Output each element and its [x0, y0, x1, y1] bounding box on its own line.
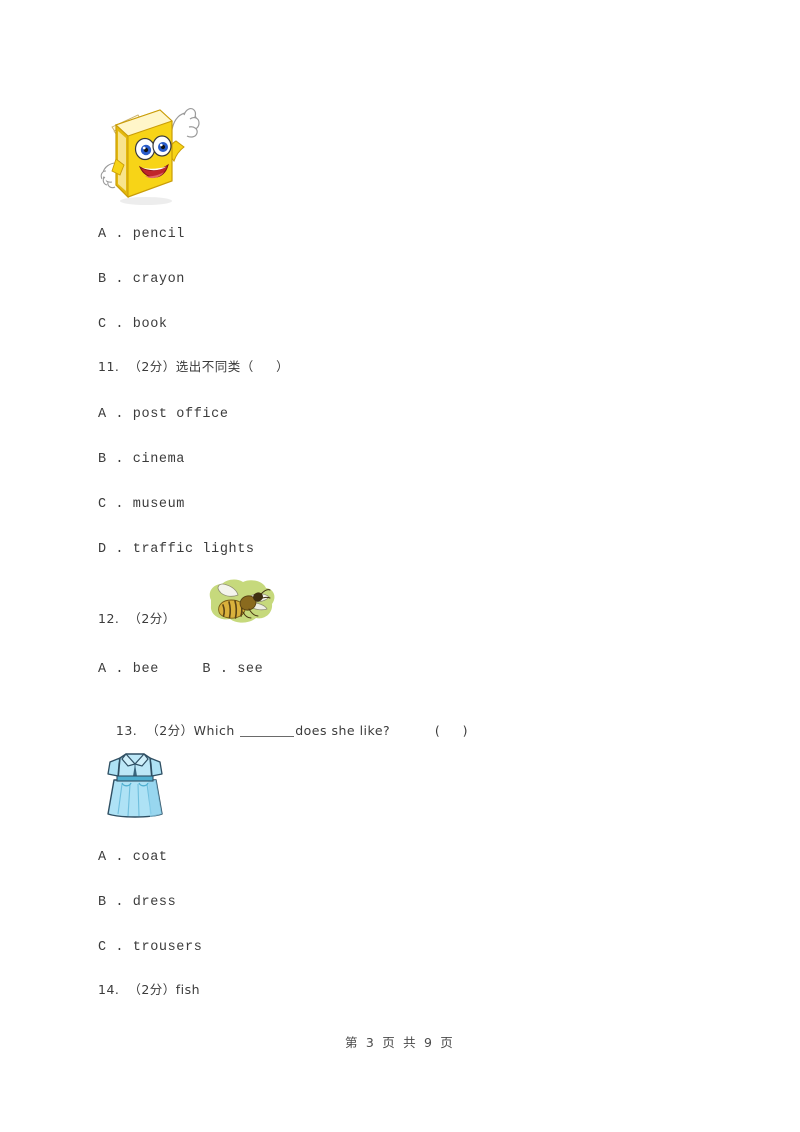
bee-image [203, 576, 277, 628]
question-13-option-a: A . coat [98, 850, 168, 865]
question-11-option-c: C . museum [98, 497, 186, 512]
question-11-stem: 11. （2分）选出不同类（ ） [98, 359, 290, 374]
question-11-option-d: D . traffic lights [98, 542, 255, 557]
question-13-option-c: C . trousers [98, 940, 203, 955]
question-13-stem-prefix: 13. （2分）Which [115, 723, 240, 738]
document-page: A . pencil B . crayon C . book 11. （2分）选… [0, 0, 800, 1132]
question-14-stem: 14. （2分）fish [98, 982, 201, 997]
cartoon-book-image [98, 97, 206, 209]
option-b-crayon: B . crayon [98, 272, 186, 287]
page-footer: 第 3 页 共 9 页 [345, 1035, 455, 1050]
question-13-stem-suffix: does she like? ( ) [295, 723, 468, 738]
question-11-option-b: B . cinema [98, 452, 186, 467]
dress-image [104, 746, 166, 820]
question-13-option-b: B . dress [98, 895, 177, 910]
question-11-option-a: A . post office [98, 407, 229, 422]
question-13-answer-blank [240, 736, 295, 737]
option-c-book: C . book [98, 317, 168, 332]
question-12-stem: 12. （2分） [98, 611, 176, 626]
question-12-options-inline: A . bee B . see [98, 662, 264, 677]
option-a-pencil: A . pencil [98, 227, 186, 242]
